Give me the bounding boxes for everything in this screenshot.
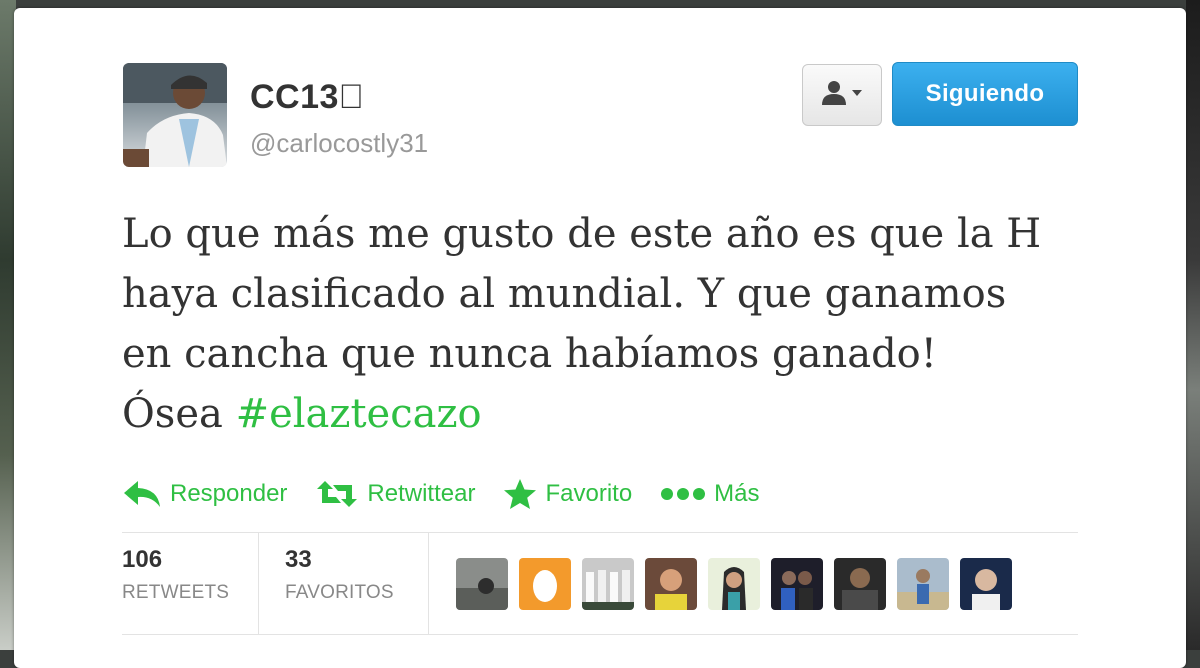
retweet-label: Retwittear [367, 480, 476, 507]
favoriter-avatar[interactable] [771, 558, 823, 610]
retweet-icon [315, 479, 359, 509]
star-icon [503, 478, 537, 510]
favoriters-avatars [456, 558, 1012, 610]
tweet-card: CC13⃣ @carlocostly31 Siguiendo Lo que má… [14, 8, 1186, 668]
favorite-label: Favorito [545, 480, 633, 507]
tweet-line: en cancha que nunca habíamos ganado! [122, 331, 937, 377]
stats-bottom-divider [122, 634, 1078, 635]
favoriter-avatar[interactable] [582, 558, 634, 610]
hashtag-link[interactable]: #elaztecazo [236, 391, 482, 437]
more-label: Más [714, 480, 760, 507]
tweet-actions: Responder Retwittear Favorito Más [122, 474, 788, 514]
favorites-label: FAVORITOS [285, 582, 394, 603]
stats-top-divider [122, 532, 1078, 533]
favoriter-avatar[interactable] [456, 558, 508, 610]
favoriter-avatar[interactable] [708, 558, 760, 610]
more-dots-icon [660, 486, 706, 502]
reply-button[interactable]: Responder [122, 479, 287, 509]
stats-separator [258, 532, 259, 634]
reply-icon [122, 479, 162, 509]
following-button[interactable]: Siguiendo [892, 62, 1078, 126]
display-name[interactable]: CC13⃣ [250, 78, 364, 117]
user-actions-dropdown-button[interactable] [802, 64, 882, 126]
favoriter-avatar[interactable] [960, 558, 1012, 610]
favoriter-avatar[interactable] [897, 558, 949, 610]
reply-label: Responder [170, 480, 288, 507]
default-egg-avatar[interactable] [519, 558, 571, 610]
avatar[interactable] [123, 63, 227, 167]
page-background-right [1186, 0, 1200, 650]
tweet-line-prefix: Ósea [122, 391, 236, 437]
favoriter-avatar[interactable] [834, 558, 886, 610]
retweets-count: 106 [122, 546, 163, 573]
favorites-stat[interactable]: 33 FAVORITOS [285, 546, 394, 604]
tweet-text: Lo que más me gusto de este año es que l… [122, 204, 1112, 444]
retweets-stat[interactable]: 106 RETWEETS [122, 546, 229, 604]
favoriter-avatar[interactable] [645, 558, 697, 610]
tweet-line: Lo que más me gusto de este año es que l… [122, 211, 1042, 257]
retweet-button[interactable]: Retwittear [315, 479, 475, 509]
retweets-label: RETWEETS [122, 582, 230, 603]
tweet-line-last: Ósea #elaztecazo [122, 384, 1112, 444]
tweet-line: haya clasificado al mundial. Y que ganam… [122, 271, 1007, 317]
more-button[interactable]: Más [660, 480, 760, 508]
favorite-button[interactable]: Favorito [503, 478, 632, 510]
user-dropdown-icon [820, 79, 864, 112]
stats-separator [428, 532, 429, 634]
favorites-count: 33 [285, 546, 312, 573]
username[interactable]: @carlocostly31 [250, 128, 428, 159]
